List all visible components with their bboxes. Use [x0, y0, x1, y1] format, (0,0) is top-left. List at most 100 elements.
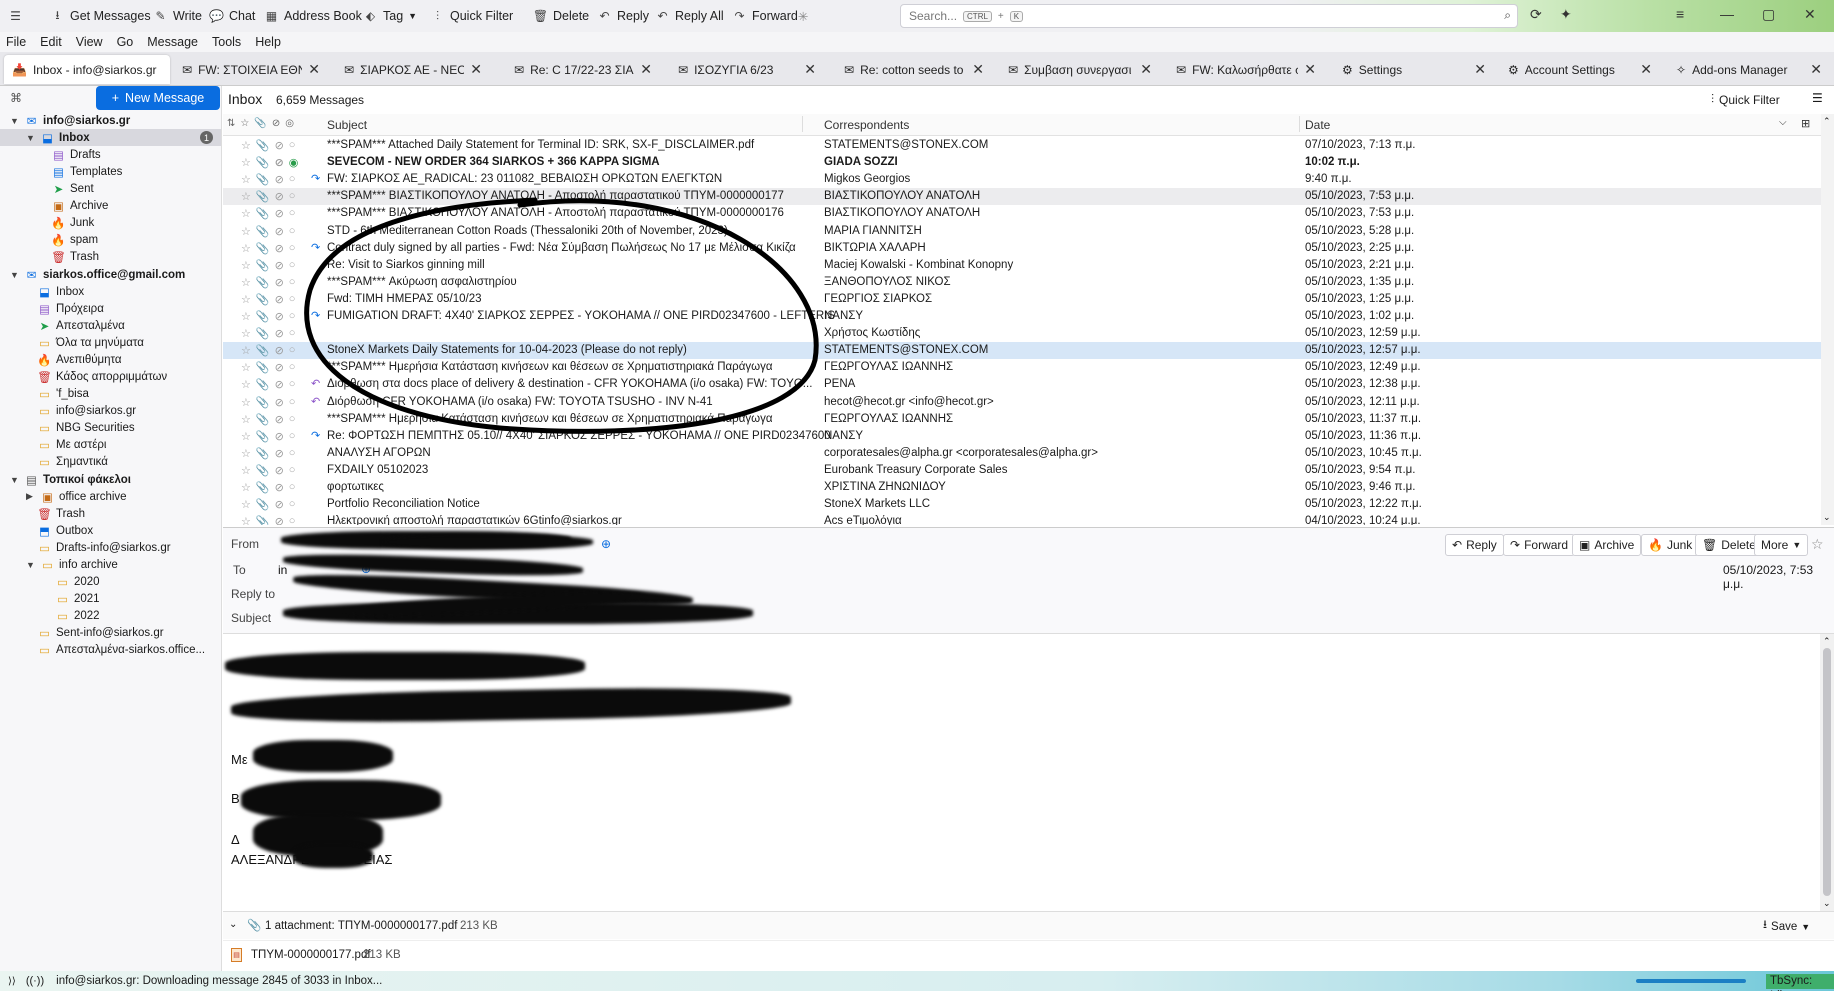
app-menu-button[interactable]: ☰	[8, 6, 23, 26]
read-status-icon[interactable]: ○	[289, 242, 296, 255]
spam-icon[interactable]: ⊘	[275, 225, 284, 238]
folder-gmail-all-mail[interactable]: ▭ Όλα τα μηνύματα	[38, 334, 144, 351]
read-status-icon[interactable]: ○	[289, 515, 296, 525]
spam-icon[interactable]: ⊘	[275, 430, 284, 443]
to-value[interactable]: in	[278, 563, 287, 577]
message-row[interactable]: ☆ 📎 ⊘ ○ ***SPAM*** Ακύρωση ασφαλιστηρίου ΞΑΝΘ…	[223, 274, 1821, 291]
message-row[interactable]: ☆ 📎 ⊘ ○ ***SPAM*** ΒΙΑΣΤΙΚΟΠΟΥΛΟΥ ΑΝΑΤΟΛΗ - …	[223, 188, 1821, 206]
folder-gmail-important[interactable]: ▭ Σημαντικά	[38, 453, 108, 470]
read-status-icon[interactable]: ○	[289, 464, 296, 477]
spam-icon[interactable]: ⊘	[275, 310, 284, 323]
close-tab-icon[interactable]: ✕	[1640, 61, 1652, 78]
folder-gmail-junk[interactable]: 🔥 Ανεπιθύμητα	[37, 351, 121, 368]
close-tab-icon[interactable]: ✕	[1140, 61, 1152, 78]
star-icon[interactable]: ☆	[241, 498, 251, 511]
menu-tools[interactable]: Tools	[212, 35, 241, 49]
read-status-icon[interactable]: ○	[289, 310, 296, 323]
spam-icon[interactable]: ⊘	[275, 378, 284, 391]
message-row[interactable]: ☆ 📎 ⊘ ○ ↷ FW: ΣΙΑΡΚΟΣ ΑΕ_RADICAL: 23 011082_Β…	[223, 171, 1821, 188]
header-junk-button[interactable]: 🔥 Junk	[1641, 534, 1700, 556]
spam-icon[interactable]: ⊘	[275, 327, 284, 340]
message-row[interactable]: ☆ 📎 ⊘ ○ ↶ Διόρθωση CFR YOKOHAMA (i/o osaka) F…	[223, 394, 1821, 411]
tab-account-settings[interactable]: ⚙ Account Settings ✕	[1500, 55, 1660, 84]
new-message-button[interactable]: + New Message	[96, 86, 220, 110]
spam-icon[interactable]: ⊘	[275, 139, 284, 152]
read-status-icon[interactable]: ○	[289, 396, 296, 409]
read-status-icon[interactable]: ○	[289, 225, 296, 238]
folder-outbox[interactable]: ⬒ Outbox	[38, 522, 93, 539]
menu-help[interactable]: Help	[255, 35, 281, 49]
tbsync-status[interactable]: TbSync: Idle	[1766, 974, 1834, 991]
folder-gmail-info-siarkos[interactable]: ▭ info@siarkos.gr	[38, 402, 136, 419]
folder-pane-options-icon[interactable]: ⌘	[10, 91, 22, 105]
column-picker-icon[interactable]: ⊞	[1801, 117, 1810, 130]
attachment-item[interactable]: ▤ ΤΠΥΜ-0000000177.pdf 213 KB	[223, 940, 1834, 971]
spam-icon[interactable]: ⊘	[275, 413, 284, 426]
read-status-icon[interactable]: ○	[289, 361, 296, 374]
folder-2021[interactable]: ▭ 2021	[56, 590, 100, 607]
star-icon[interactable]: ☆	[241, 464, 251, 477]
folder-gmail-sent[interactable]: ➤ Απεσταλμένα	[38, 317, 125, 334]
spam-icon[interactable]: ⊘	[275, 361, 284, 374]
quick-filter-toggle[interactable]: ⫶ Quick Filter	[1711, 92, 1780, 107]
star-icon[interactable]: ☆	[241, 378, 251, 391]
forward-button[interactable]: ↷ Forward	[732, 6, 797, 26]
star-icon[interactable]: ☆	[241, 276, 251, 289]
folder-drafts-info[interactable]: ▭ Drafts-info@siarkos.gr	[38, 539, 171, 556]
account-siarkos-office-gmail[interactable]: ▼ ✉ siarkos.office@gmail.com	[10, 266, 185, 283]
reply-all-button[interactable]: ↶ Reply All	[655, 6, 723, 26]
spam-icon[interactable]: ⊘	[275, 447, 284, 460]
message-row[interactable]: ☆ 📎 ⊘ ○ Ηλεκτρονική αποστολή παραστατικών 6G…	[223, 513, 1821, 525]
search-icon[interactable]: ⌕	[1504, 8, 1511, 23]
folder-gmail-inbox[interactable]: ⬓ Inbox	[38, 283, 84, 300]
folder-drafts[interactable]: ▤ Drafts	[52, 146, 101, 163]
read-status-icon[interactable]: ○	[289, 430, 296, 443]
folder-spam[interactable]: 🔥 spam	[51, 231, 98, 248]
spam-icon[interactable]: ⊘	[275, 293, 284, 306]
star-icon[interactable]: ☆	[241, 361, 251, 374]
folder-gmail-starred[interactable]: ▭ Με αστέρι	[38, 436, 106, 453]
thread-column-icon[interactable]: ⇅	[227, 118, 235, 129]
star-icon[interactable]: ☆	[241, 225, 251, 238]
folder-sent[interactable]: ➤ Sent	[52, 180, 94, 197]
folder-trash[interactable]: 🗑 Trash	[51, 248, 99, 265]
tag-button[interactable]: ⬖ Tag ▼	[363, 6, 417, 26]
read-status-icon[interactable]: ○	[289, 344, 296, 357]
folder-inbox[interactable]: ▼ ⬓ Inbox 1	[0, 129, 221, 146]
scroll-down-icon[interactable]: ⌄	[1823, 898, 1831, 909]
folder-gmail-nbg[interactable]: ▭ NBG Securities	[38, 419, 135, 436]
close-tab-icon[interactable]: ✕	[308, 61, 320, 78]
star-column-icon[interactable]: ☆	[240, 118, 249, 129]
spam-icon[interactable]: ⊘	[275, 173, 284, 186]
star-icon[interactable]: ☆	[241, 156, 251, 169]
quick-filter-button[interactable]: ⫶ Quick Filter	[430, 6, 513, 26]
star-icon[interactable]: ☆	[241, 293, 251, 306]
message-row[interactable]: ☆ 📎 ⊘ ○ ***SPAM*** Ημερήσια Κατάσταση κινήσε…	[223, 359, 1821, 376]
close-tab-icon[interactable]: ✕	[1474, 61, 1486, 78]
folder-local-trash[interactable]: 🗑 Trash	[37, 505, 85, 522]
close-tab-icon[interactable]: ✕	[804, 61, 816, 78]
message-row[interactable]: ☆ 📎 ⊘ ○ ***SPAM*** Attached Daily Statement …	[223, 137, 1821, 154]
folder-2022[interactable]: ▭ 2022	[56, 607, 100, 624]
message-row[interactable]: ☆ 📎 ⊘ ○ ↷ Re: ΦΟΡΤΩΣΗ ΠΕΜΠΤΗΣ 05.10// 4X40' Σ…	[223, 428, 1821, 445]
display-options-icon[interactable]: ☰	[1812, 91, 1823, 105]
menu-edit[interactable]: Edit	[40, 35, 62, 49]
close-icon[interactable]: ✕	[1804, 6, 1816, 23]
spam-icon[interactable]: ⊘	[275, 207, 284, 220]
minimize-icon[interactable]: —	[1720, 6, 1734, 22]
chat-button[interactable]: 💬 Chat	[209, 6, 255, 26]
menu-file[interactable]: File	[6, 35, 26, 49]
header-archive-button[interactable]: ▣ Archive	[1572, 534, 1642, 556]
sync-icon[interactable]: ⟳	[1530, 6, 1542, 23]
spam-icon[interactable]: ⊘	[275, 515, 284, 525]
reply-button[interactable]: ↶ Reply	[597, 6, 649, 26]
tab-message[interactable]: ✉ ΙΣΟΖΥΓΙΑ 6/23 ✕	[670, 55, 824, 84]
get-messages-button[interactable]: ⭳ Get Messages	[50, 6, 150, 26]
column-date[interactable]: Date	[1305, 118, 1330, 132]
star-icon[interactable]: ☆	[241, 396, 251, 409]
folder-sent-info[interactable]: ▭ Sent-info@siarkos.gr	[38, 624, 164, 641]
tab-message[interactable]: ✉ FW: ΣΤΟΙΧΕΙΑ ΕΘΝΙΚΗ ✕	[174, 55, 328, 84]
read-status-icon[interactable]: ○	[289, 173, 296, 186]
close-tab-icon[interactable]: ✕	[640, 61, 652, 78]
tab-message[interactable]: ✉ Re: C 17/22-23 ΣΙΑΡΚ ✕	[506, 55, 660, 84]
